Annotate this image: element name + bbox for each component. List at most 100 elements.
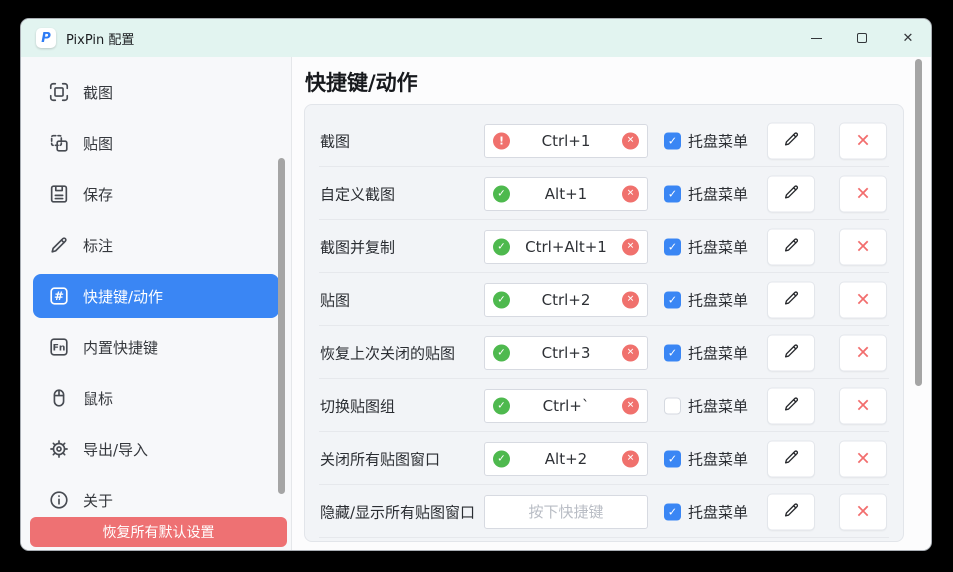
minimize-icon — [811, 38, 822, 39]
edit-button[interactable] — [767, 387, 815, 424]
hotkey-input[interactable]: ✓Alt+2✕ — [484, 442, 648, 476]
content-scrollbar[interactable] — [915, 59, 922, 386]
sidebar-item-label: 快捷键/动作 — [83, 286, 163, 307]
save-icon — [48, 183, 70, 205]
hotkey-input[interactable]: ✓ Ctrl+` ✕ — [484, 389, 648, 423]
ok-icon: ✓ — [493, 397, 510, 414]
pencil-icon — [782, 288, 801, 311]
hotkey-input[interactable]: !Ctrl+1✕ — [484, 124, 648, 158]
delete-button[interactable]: ✕ — [839, 281, 887, 318]
sidebar-item-9[interactable]: 关于 — [33, 478, 279, 522]
hotkey-row: 隐藏/显示所有贴图窗口按下快捷键✓托盘菜单✕ — [305, 485, 903, 538]
sidebar-item-label: 截图 — [83, 82, 113, 103]
sidebar-item-2[interactable]: 贴图 — [33, 121, 279, 165]
hotkey-row: 切换贴图组✓Ctrl+`✕托盘菜单✕ — [305, 379, 903, 432]
action-label: 恢复上次关闭的贴图 — [320, 342, 455, 363]
hotkey-input[interactable]: ✓ Ctrl+Alt+1 ✕ — [484, 230, 648, 264]
clear-hotkey-icon[interactable]: ✕ — [622, 185, 639, 202]
delete-x-icon: ✕ — [855, 501, 870, 522]
delete-button[interactable]: ✕ — [839, 493, 887, 530]
delete-button[interactable]: ✕ — [839, 334, 887, 371]
sidebar-item-5[interactable]: # 快捷键/动作 — [33, 274, 279, 318]
minimize-button[interactable] — [793, 19, 839, 57]
tray-menu-label: 托盘菜单 — [688, 236, 748, 257]
tray-checkbox[interactable]: ✓ — [664, 132, 681, 149]
delete-button[interactable]: ✕ — [839, 175, 887, 212]
hotkey-value: Ctrl+1 — [542, 132, 591, 150]
clear-hotkey-icon[interactable]: ✕ — [622, 238, 639, 255]
delete-button[interactable]: ✕ — [839, 228, 887, 265]
edit-button[interactable] — [767, 175, 815, 212]
ok-icon: ✓ — [493, 238, 510, 255]
delete-button[interactable]: ✕ — [839, 122, 887, 159]
clear-hotkey-icon[interactable]: ✕ — [622, 132, 639, 149]
clear-hotkey-icon[interactable]: ✕ — [622, 397, 639, 414]
hotkey-value: Alt+1 — [545, 185, 587, 203]
pencil-icon — [782, 129, 801, 152]
hotkey-row: 自定义截图✓Alt+1✕✓托盘菜单✕ — [305, 167, 903, 220]
hotkey-input[interactable]: ✓Ctrl+3✕ — [484, 336, 648, 370]
fn-key-icon: Fn — [48, 336, 70, 358]
svg-text:#: # — [54, 289, 64, 303]
hotkey-row: 贴图✓Ctrl+2✕✓托盘菜单✕ — [305, 273, 903, 326]
delete-x-icon: ✕ — [855, 342, 870, 363]
hotkey-value: Ctrl+Alt+1 — [525, 238, 607, 256]
edit-button[interactable] — [767, 334, 815, 371]
delete-x-icon: ✕ — [855, 289, 870, 310]
sidebar-item-8[interactable]: 导出/导入 — [33, 427, 279, 471]
pin-image-icon — [48, 132, 70, 154]
titlebar[interactable]: P PixPin 配置 ✕ — [21, 19, 931, 57]
gear-icon — [48, 438, 70, 460]
sidebar-item-7[interactable]: 鼠标 — [33, 376, 279, 420]
hotkey-input[interactable]: 按下快捷键 — [484, 495, 648, 529]
hotkey-row: 恢复上次关闭的贴图✓Ctrl+3✕✓托盘菜单✕ — [305, 326, 903, 379]
action-label: 截图并复制 — [320, 236, 395, 257]
delete-button[interactable]: ✕ — [839, 387, 887, 424]
hotkey-value: Ctrl+` — [543, 397, 590, 415]
clear-hotkey-icon[interactable]: ✕ — [622, 344, 639, 361]
tray-checkbox[interactable]: ✓ — [664, 503, 681, 520]
sidebar-item-6[interactable]: Fn 内置快捷键 — [33, 325, 279, 369]
hotkey-value: Alt+2 — [545, 450, 587, 468]
tray-checkbox[interactable]: ✓ — [664, 344, 681, 361]
sidebar-item-1[interactable]: 截图 — [33, 70, 279, 114]
sidebar-scrollbar[interactable] — [278, 158, 285, 494]
maximize-button[interactable] — [839, 19, 885, 57]
tray-checkbox[interactable] — [664, 397, 681, 414]
clear-hotkey-icon[interactable]: ✕ — [622, 291, 639, 308]
action-label: 截图 — [320, 130, 350, 151]
action-label: 自定义截图 — [320, 183, 395, 204]
sidebar-item-label: 贴图 — [83, 133, 113, 154]
sidebar-item-label: 鼠标 — [83, 388, 113, 409]
tray-checkbox[interactable]: ✓ — [664, 291, 681, 308]
pencil-icon — [782, 341, 801, 364]
edit-button[interactable] — [767, 228, 815, 265]
tray-checkbox[interactable]: ✓ — [664, 238, 681, 255]
pixpin-config-window: P PixPin 配置 ✕ 截图贴图保存标注#快捷键/动作Fn内置快捷键鼠标导出… — [20, 18, 932, 551]
edit-button[interactable] — [767, 440, 815, 477]
close-button[interactable]: ✕ — [885, 19, 931, 57]
action-label: 切换贴图组 — [320, 395, 395, 416]
tray-checkbox[interactable]: ✓ — [664, 450, 681, 467]
sidebar-item-3[interactable]: 保存 — [33, 172, 279, 216]
delete-x-icon: ✕ — [855, 236, 870, 257]
clear-hotkey-icon[interactable]: ✕ — [622, 450, 639, 467]
delete-button[interactable]: ✕ — [839, 440, 887, 477]
delete-x-icon: ✕ — [855, 183, 870, 204]
sidebar-item-4[interactable]: 标注 — [33, 223, 279, 267]
pencil-icon — [782, 235, 801, 258]
main-content: 快捷键/动作 截图!Ctrl+1✕✓托盘菜单✕自定义截图✓Alt+1✕✓托盘菜单… — [292, 57, 931, 551]
tray-menu-label: 托盘菜单 — [688, 289, 748, 310]
edit-button[interactable] — [767, 122, 815, 159]
tray-menu-label: 托盘菜单 — [688, 130, 748, 151]
hotkey-input[interactable]: ✓Alt+1✕ — [484, 177, 648, 211]
action-label: 隐藏/显示所有贴图窗口 — [320, 501, 475, 522]
reset-defaults-button[interactable]: 恢复所有默认设置 — [30, 517, 287, 547]
tray-checkbox[interactable]: ✓ — [664, 185, 681, 202]
close-icon: ✕ — [903, 31, 914, 46]
edit-button[interactable] — [767, 493, 815, 530]
edit-button[interactable] — [767, 281, 815, 318]
pencil-icon — [782, 500, 801, 523]
hotkey-input[interactable]: ✓Ctrl+2✕ — [484, 283, 648, 317]
sidebar-item-label: 内置快捷键 — [83, 337, 158, 358]
